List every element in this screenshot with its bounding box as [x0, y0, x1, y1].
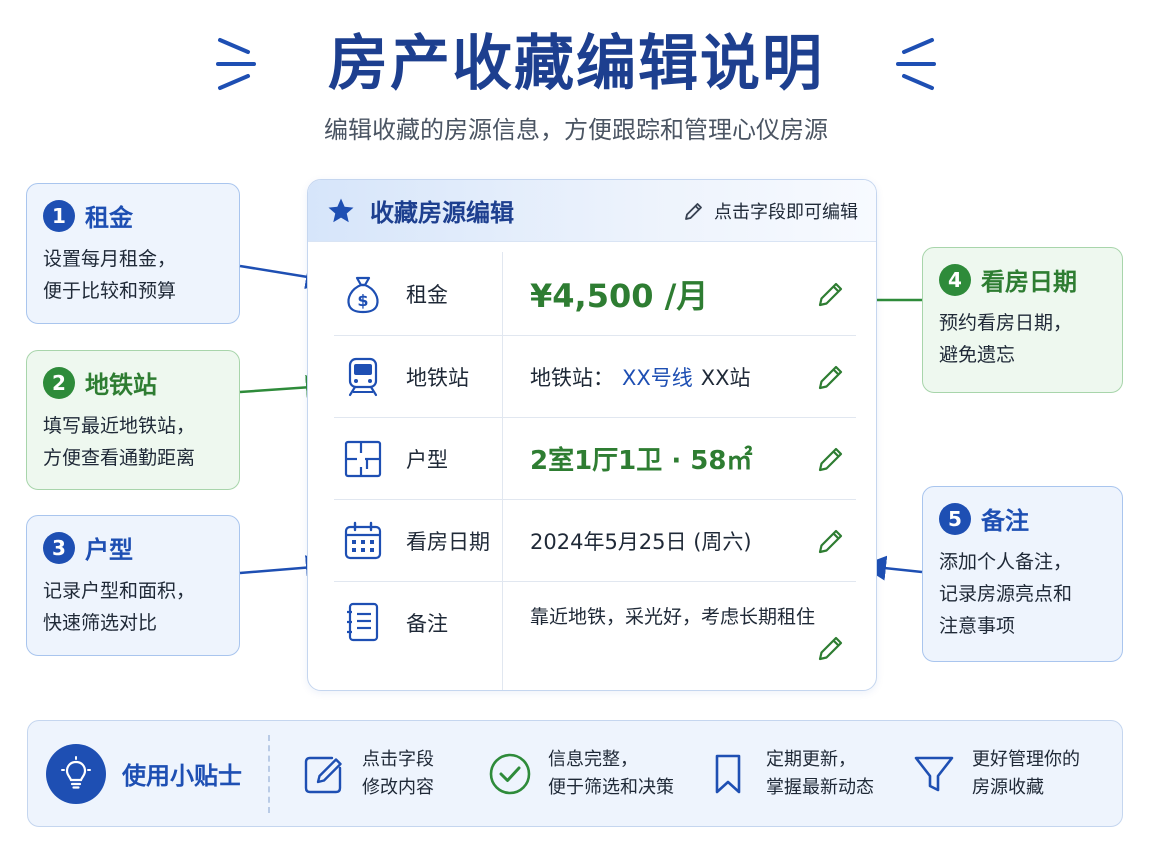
callout-desc-line: 注意事项: [939, 615, 1016, 637]
tip-line: 房源收藏: [972, 776, 1044, 798]
tips-bar: 使用小贴士 点击字段 修改内容 信息完整， 便于筛选和决策 定期更新， 掌握最新…: [27, 720, 1123, 827]
title-decoration-right-icon: [896, 38, 936, 90]
star-icon: [328, 198, 354, 222]
tips-divider: [268, 734, 270, 813]
field-label: 租金: [406, 282, 448, 307]
bookmark-icon: [715, 754, 741, 793]
tip-item: 定期更新， 掌握最新动态: [704, 746, 874, 802]
callout-desc-line: 快速筛选对比: [43, 612, 158, 634]
viewing-date-value[interactable]: 2024年5月25日 (周六): [504, 526, 806, 556]
callout-desc-line: 填写最近地铁站，: [43, 415, 196, 437]
card-title: 收藏房源编辑: [370, 199, 514, 227]
layout-value[interactable]: 2室1厅1卫 · 58㎡: [504, 440, 806, 477]
edit-hint-text: 点击字段即可编辑: [714, 201, 858, 223]
tip-line: 定期更新，: [766, 748, 856, 770]
callout-title: 备注: [981, 507, 1029, 535]
page-title: 房产收藏编辑说明: [328, 29, 824, 99]
tip-line: 更好管理你的: [972, 748, 1080, 770]
metro-prefix: 地铁站：: [530, 365, 614, 390]
tip-item: 点击字段 修改内容: [300, 746, 434, 802]
rent-value[interactable]: ¥4,500 /月: [504, 271, 806, 317]
callout-notes: 5 备注 添加个人备注， 记录房源亮点和 注意事项: [922, 486, 1123, 662]
field-label: 户型: [406, 447, 448, 472]
field-label: 备注: [406, 612, 448, 636]
callout-desc-line: 记录房源亮点和: [939, 583, 1073, 605]
svg-text:$: $: [357, 291, 368, 310]
field-label: 地铁站: [406, 365, 469, 390]
tip-line: 信息完整，: [548, 748, 638, 770]
callout-desc-line: 便于比较和预算: [43, 280, 177, 302]
callout-metro: 2 地铁站 填写最近地铁站， 方便查看通勤距离: [26, 350, 240, 490]
callout-number-badge: 4: [939, 263, 971, 296]
edit-pencil-icon[interactable]: [815, 278, 847, 310]
callout-desc-line: 方便查看通勤距离: [43, 447, 196, 469]
field-row-layout[interactable]: 户型 2室1厅1卫 · 58㎡: [334, 418, 856, 500]
tip-item: 信息完整， 便于筛选和决策: [486, 746, 674, 802]
floorplan-icon: [344, 440, 382, 477]
tip-line: 修改内容: [362, 776, 434, 798]
callout-title: 户型: [85, 536, 133, 564]
card-header: 收藏房源编辑 点击字段即可编辑: [308, 180, 876, 242]
metro-line: XX号线: [622, 365, 693, 390]
callout-desc-line: 添加个人备注，: [939, 551, 1073, 573]
check-circle-icon: [489, 753, 531, 794]
tips-title: 使用小贴士: [122, 762, 242, 790]
metro-station: XX站: [700, 365, 751, 390]
callout-viewing-date: 4 看房日期 预约看房日期， 避免遗忘: [922, 247, 1123, 393]
pencil-icon: [685, 202, 702, 220]
callout-desc-line: 记录户型和面积，: [43, 580, 196, 602]
money-bag-icon: $: [347, 276, 379, 313]
field-row-metro[interactable]: 地铁站 地铁站： XX号线 XX站: [334, 336, 856, 418]
field-label: 看房日期: [406, 529, 490, 554]
callout-desc-line: 预约看房日期，: [939, 312, 1073, 334]
page-subtitle: 编辑收藏的房源信息，方便跟踪和管理心仪房源: [324, 116, 828, 144]
callout-title: 看房日期: [981, 268, 1077, 296]
edit-hint: 点击字段即可编辑: [682, 198, 858, 224]
calendar-icon: [344, 521, 382, 559]
notes-value[interactable]: 靠近地铁，采光好，考虑长期租住: [504, 582, 856, 629]
field-row-notes[interactable]: 备注 靠近地铁，采光好，考虑长期租住: [334, 582, 856, 690]
edit-pencil-icon[interactable]: [815, 632, 847, 664]
tip-item: 更好管理你的 房源收藏: [910, 746, 1080, 802]
filter-icon: [914, 756, 954, 791]
callout-title: 地铁站: [85, 371, 157, 399]
edit-icon: [304, 756, 342, 793]
callout-rent: 1 租金 设置每月租金， 便于比较和预算: [26, 183, 240, 324]
callout-number-badge: 5: [939, 502, 971, 535]
tip-line: 便于筛选和决策: [548, 776, 674, 798]
lightbulb-icon: [61, 755, 91, 789]
metro-value[interactable]: 地铁站： XX号线 XX站: [504, 362, 806, 392]
tip-line: 掌握最新动态: [766, 776, 874, 798]
callout-desc-line: 设置每月租金，: [43, 248, 177, 270]
tip-line: 点击字段: [362, 748, 434, 770]
edit-pencil-icon[interactable]: [815, 361, 847, 393]
train-icon: [348, 357, 378, 396]
callout-title: 租金: [85, 204, 133, 232]
callout-desc-line: 避免遗忘: [939, 344, 1016, 366]
field-row-viewing-date[interactable]: 看房日期 2024年5月25日 (周六): [334, 500, 856, 582]
favorite-edit-card: 收藏房源编辑 点击字段即可编辑 $ 租金 ¥4,500 /月 地铁站 地铁站： …: [307, 179, 877, 691]
edit-pencil-icon[interactable]: [815, 525, 847, 557]
callout-number-badge: 3: [43, 531, 75, 564]
field-row-rent[interactable]: $ 租金 ¥4,500 /月: [334, 252, 856, 336]
lightbulb-badge: [46, 743, 106, 804]
notebook-icon: [347, 602, 379, 642]
callout-number-badge: 1: [43, 199, 75, 232]
edit-pencil-icon[interactable]: [815, 443, 847, 475]
callout-number-badge: 2: [43, 366, 75, 399]
callout-layout: 3 户型 记录户型和面积， 快速筛选对比: [26, 515, 240, 656]
